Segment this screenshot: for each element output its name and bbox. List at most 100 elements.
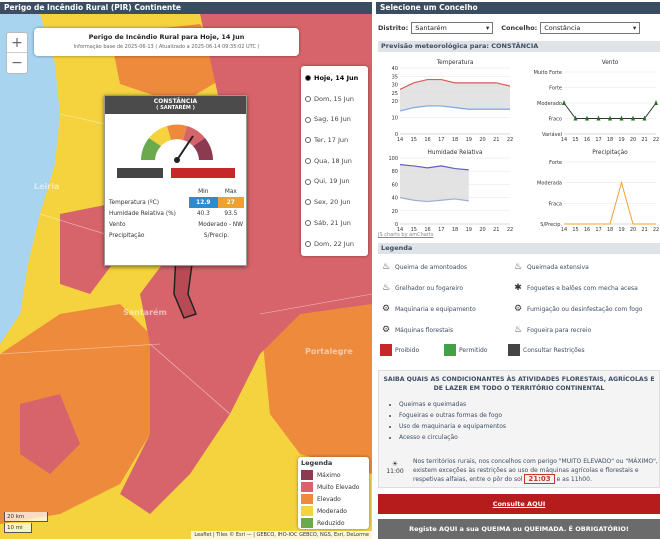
- map-legend: Legenda Máximo Muito Elevado Elevado Mod…: [298, 457, 369, 529]
- consult-button[interactable]: Consulte AQUI: [378, 494, 660, 514]
- day-option-4[interactable]: Qua, 18 Jun: [301, 151, 368, 172]
- district-select[interactable]: Santarém ▾: [411, 22, 494, 34]
- status-item: Consultar Restrições: [508, 344, 585, 356]
- day-option-5[interactable]: Qui, 19 Jun: [301, 171, 368, 192]
- legend-item: ⚙ Maquinaria e equipamento: [381, 304, 476, 314]
- day-option-7[interactable]: Sáb, 21 Jun: [301, 213, 368, 234]
- place-label-santarem: Santarém: [123, 308, 167, 317]
- y-tick-label: 25: [392, 91, 398, 97]
- x-tick-label: 15: [572, 137, 578, 143]
- range-area: [400, 79, 510, 111]
- y-tick-label: 40: [392, 66, 398, 72]
- radio-icon: [305, 178, 311, 185]
- radio-icon: [305, 199, 311, 206]
- map[interactable]: Leiria Santarém Portalegre + − Perigo de…: [0, 14, 372, 539]
- zoom-in-button[interactable]: +: [7, 33, 27, 53]
- activity-icon: ⚙: [381, 325, 391, 335]
- day-selector: Hoje, 14 Jun Dom, 15 Jun Sag, 16 Jun Ter…: [301, 66, 368, 257]
- x-tick-label: 15: [411, 137, 417, 143]
- radio-icon: [305, 116, 311, 123]
- sunset-time: 21:03: [524, 474, 555, 484]
- y-tick-label: Moderada: [537, 181, 562, 187]
- day-option-1[interactable]: Dom, 15 Jun: [301, 89, 368, 110]
- y-tick-label: 35: [392, 74, 398, 80]
- council-select[interactable]: Constância ▾: [540, 22, 641, 34]
- zoom-out-button[interactable]: −: [7, 53, 27, 73]
- legend-row: Moderado: [301, 505, 366, 517]
- place-label-leiria: Leiria: [34, 182, 60, 191]
- forecast-charts: Temperatura14 15 16 17 18 19 20 21 2201020253035…: [388, 60, 659, 233]
- y-tick-label: 40: [392, 196, 398, 202]
- map-subtitle: Informação base de 2025-06-13 ( Atualiza…: [73, 44, 260, 50]
- zoom-control: + −: [6, 32, 28, 74]
- list-item: Acesso e circulação: [399, 434, 659, 445]
- radio-icon: [305, 96, 311, 103]
- right-header: Selecione um Concelho: [376, 2, 660, 14]
- municipality-popup: CONSTÂNCIA ( SANTARÉM ) Min Max Temperatu…: [104, 95, 247, 266]
- forecast-title: Previsão meteorológica para: CONSTÂNCIA: [378, 41, 660, 52]
- popup-table: Min Max Temperatura (ºC) 12.9 27 Humidade R…: [109, 188, 244, 239]
- x-tick-label: 17: [595, 227, 601, 233]
- status-swatch: [444, 344, 456, 356]
- x-tick-label: 18: [452, 227, 458, 233]
- legend-row: Reduzido: [301, 517, 366, 529]
- legend-item: ♨ Grelhador ou fogareiro: [381, 283, 464, 293]
- y-tick-label: 20: [392, 99, 398, 105]
- y-tick-label: 10: [392, 116, 398, 122]
- chart-title: Precipitação: [592, 150, 628, 156]
- map-header: Perigo de Incêndio Rural (PIR) Continent…: [0, 2, 372, 14]
- day-option-6[interactable]: Sex, 20 Jun: [301, 192, 368, 213]
- legend-swatch: [301, 470, 313, 480]
- charts-credit[interactable]: JS charts by amCharts: [378, 232, 433, 238]
- y-tick-label: 60: [392, 182, 398, 188]
- popup-name: CONSTÂNCIA: [153, 98, 198, 105]
- radio-icon: [305, 137, 311, 144]
- register-button[interactable]: Registe AQUI a sua QUEIMA ou QUEIMADA. É…: [378, 519, 660, 539]
- y-tick-label: Variável: [542, 131, 562, 138]
- day-option-2[interactable]: Sag, 16 Jun: [301, 109, 368, 130]
- activity-icon: ♨: [381, 283, 391, 293]
- legend-item: ♨ Queimada extensiva: [513, 262, 589, 272]
- x-tick-label: 17: [595, 137, 601, 143]
- x-tick-label: 22: [507, 137, 513, 143]
- legend-swatch: [301, 506, 313, 516]
- y-tick-label: 0: [395, 132, 398, 138]
- legend-title: Legenda: [378, 243, 660, 254]
- list-item: Uso de maquinaria e equipamentos: [399, 423, 659, 434]
- list-item: Queimas e queimadas: [399, 401, 659, 412]
- x-tick-label: 20: [479, 227, 485, 233]
- day-option-0[interactable]: Hoje, 14 Jun: [301, 68, 368, 89]
- y-tick-label: 30: [392, 83, 398, 89]
- legend-row: Muito Elevado: [301, 481, 366, 493]
- chart-title: Humidade Relativa: [428, 150, 483, 156]
- map-title: Perigo de Incêndio Rural para Hoje, 14 J…: [88, 33, 245, 41]
- legend-item: ♨ Fogueira para recreio: [513, 325, 592, 335]
- x-tick-label: 19: [466, 137, 472, 143]
- x-tick-label: 22: [653, 227, 659, 233]
- legend-item: ♨ Queima de amontoados: [381, 262, 468, 272]
- y-tick-label: Forte: [549, 160, 562, 166]
- x-tick-label: 20: [479, 137, 485, 143]
- legend-item: ⚙ Máquinas florestais: [381, 325, 454, 335]
- x-tick-label: 21: [641, 137, 647, 143]
- popup-header: CONSTÂNCIA ( SANTARÉM ): [105, 96, 246, 114]
- day-option-3[interactable]: Ter, 17 Jun: [301, 130, 368, 151]
- wind-arrow-icon: [654, 100, 658, 105]
- chevron-down-icon: ▾: [485, 24, 490, 32]
- legend-row: Máximo: [301, 469, 366, 481]
- x-tick-label: 20: [630, 137, 636, 143]
- legend-item: ⚙ Fumigação ou desinfestação com fogo: [513, 304, 643, 314]
- activity-icon: ♨: [513, 262, 523, 272]
- place-label-portalegre: Portalegre: [305, 347, 353, 356]
- radio-icon: [305, 75, 311, 82]
- day-option-8[interactable]: Dom, 22 Jun: [301, 234, 368, 255]
- x-tick-label: 18: [607, 137, 613, 143]
- list-item: Fogueiras e outras formas de fogo: [399, 412, 659, 423]
- status-item: Proibido: [380, 344, 419, 356]
- sunset-icon: ☀ 11:00: [386, 460, 404, 475]
- activity-icon: ♨: [381, 262, 391, 272]
- radio-icon: [305, 240, 311, 247]
- info-title: SAIBA QUAIS AS CONDICIONANTES ÀS ATIVIDA…: [383, 376, 655, 392]
- status-swatch: [380, 344, 392, 356]
- x-tick-label: 22: [507, 227, 513, 233]
